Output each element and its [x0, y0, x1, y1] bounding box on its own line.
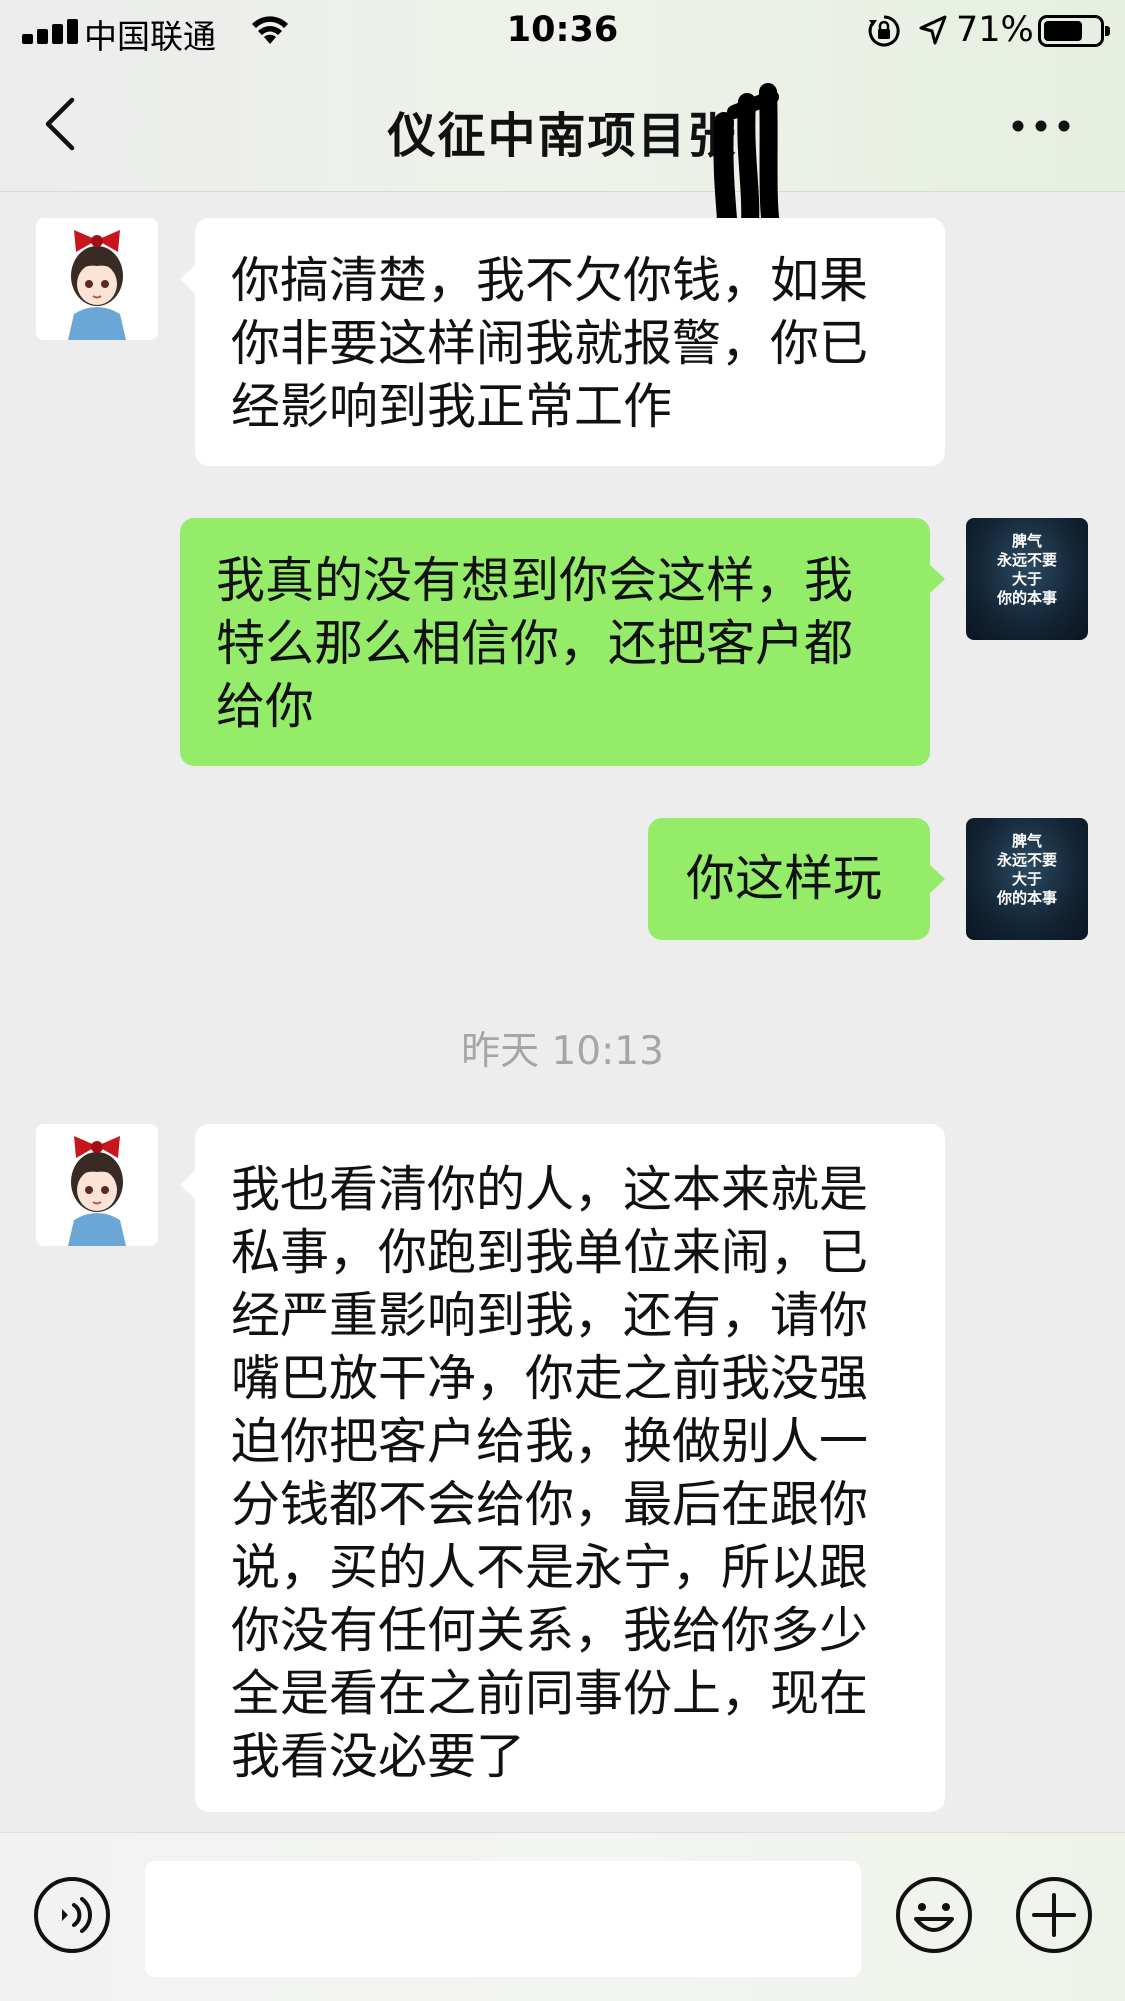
orientation-lock-icon: [867, 14, 901, 52]
message-line: 经影响到我正常工作: [231, 378, 673, 435]
message-line: 我也看清你的人，这本来就是: [231, 1161, 869, 1218]
battery-percent: 71%: [956, 10, 1034, 50]
quote-avatar[interactable]: 脾气 永远不要 大于 你的本事: [966, 818, 1088, 940]
voice-icon[interactable]: [32, 1875, 112, 1959]
status-bar: 中国联通 10:36 71%: [0, 0, 1125, 62]
message-line: 你非要这样闹我就报警，你已: [231, 315, 869, 372]
message-line: 私事，你跑到我单位来闹，已: [231, 1224, 869, 1281]
page-title: 仪征中南项目张: [387, 108, 738, 164]
message-timestamp: 昨天 10:13: [461, 1029, 664, 1074]
avatar-text-line: 永远不要: [996, 851, 1057, 869]
avatar-text-line: 大于: [1011, 570, 1042, 588]
emoji-icon[interactable]: [894, 1875, 974, 1959]
message-line: 你搞清楚，我不欠你钱，如果: [231, 252, 869, 309]
quote-avatar[interactable]: 脾气 永远不要 大于 你的本事: [966, 518, 1088, 640]
message-line: 你这样玩: [686, 850, 883, 907]
message-line: 我真的没有想到你会这样，我: [216, 552, 854, 609]
avatar-text-line: 你的本事: [996, 589, 1057, 607]
message-line: 分钱都不会给你，最后在跟你: [231, 1476, 869, 1533]
avatar-text-line: 脾气: [1011, 532, 1042, 550]
message-bubble-received[interactable]: 我也看清你的人，这本来就是 私事，你跑到我单位来闹，已 经严重影响到我，还有，请…: [180, 1124, 945, 1812]
message-input[interactable]: [145, 1861, 861, 1977]
more-dots-icon[interactable]: [1010, 116, 1072, 140]
girl-avatar[interactable]: [36, 1124, 158, 1246]
location-arrow-icon: [918, 14, 948, 50]
avatar-text-line: 你的本事: [996, 889, 1057, 907]
message-line: 经严重影响到我，还有，请你: [231, 1287, 869, 1344]
message-bubble-sent[interactable]: 你这样玩: [648, 818, 945, 940]
message-bubble-sent[interactable]: 我真的没有想到你会这样，我 特么那么相信你，还把客户都 给你: [180, 518, 945, 766]
message-line: 迫你把客户给我，换做别人一: [231, 1413, 869, 1470]
message-line: 全是看在之前同事份上，现在: [231, 1665, 869, 1722]
message-line: 我看没必要了: [231, 1728, 526, 1785]
message-line: 特么那么相信你，还把客户都: [216, 615, 854, 672]
plus-icon[interactable]: [1014, 1875, 1094, 1959]
girl-avatar[interactable]: [36, 218, 158, 340]
avatar-text-line: 脾气: [1011, 832, 1042, 850]
message-line: 你没有任何关系，我给你多少: [231, 1602, 869, 1659]
input-bar: [0, 1832, 1125, 2001]
message-bubble-received[interactable]: 你搞清楚，我不欠你钱，如果 你非要这样闹我就报警，你已 经影响到我正常工作: [180, 218, 945, 466]
battery-level: [1044, 21, 1082, 41]
message-line: 给你: [216, 678, 315, 735]
battery-icon: [1038, 15, 1110, 47]
message-line: 嘴巴放干净，你走之前我没强: [231, 1350, 869, 1407]
avatar-text-line: 大于: [1011, 870, 1042, 888]
message-line: 说，买的人不是永宁，所以跟: [231, 1539, 869, 1596]
header: 中国联通 10:36 71% 仪征中南项目张: [0, 0, 1125, 242]
avatar-text-line: 永远不要: [996, 551, 1057, 569]
